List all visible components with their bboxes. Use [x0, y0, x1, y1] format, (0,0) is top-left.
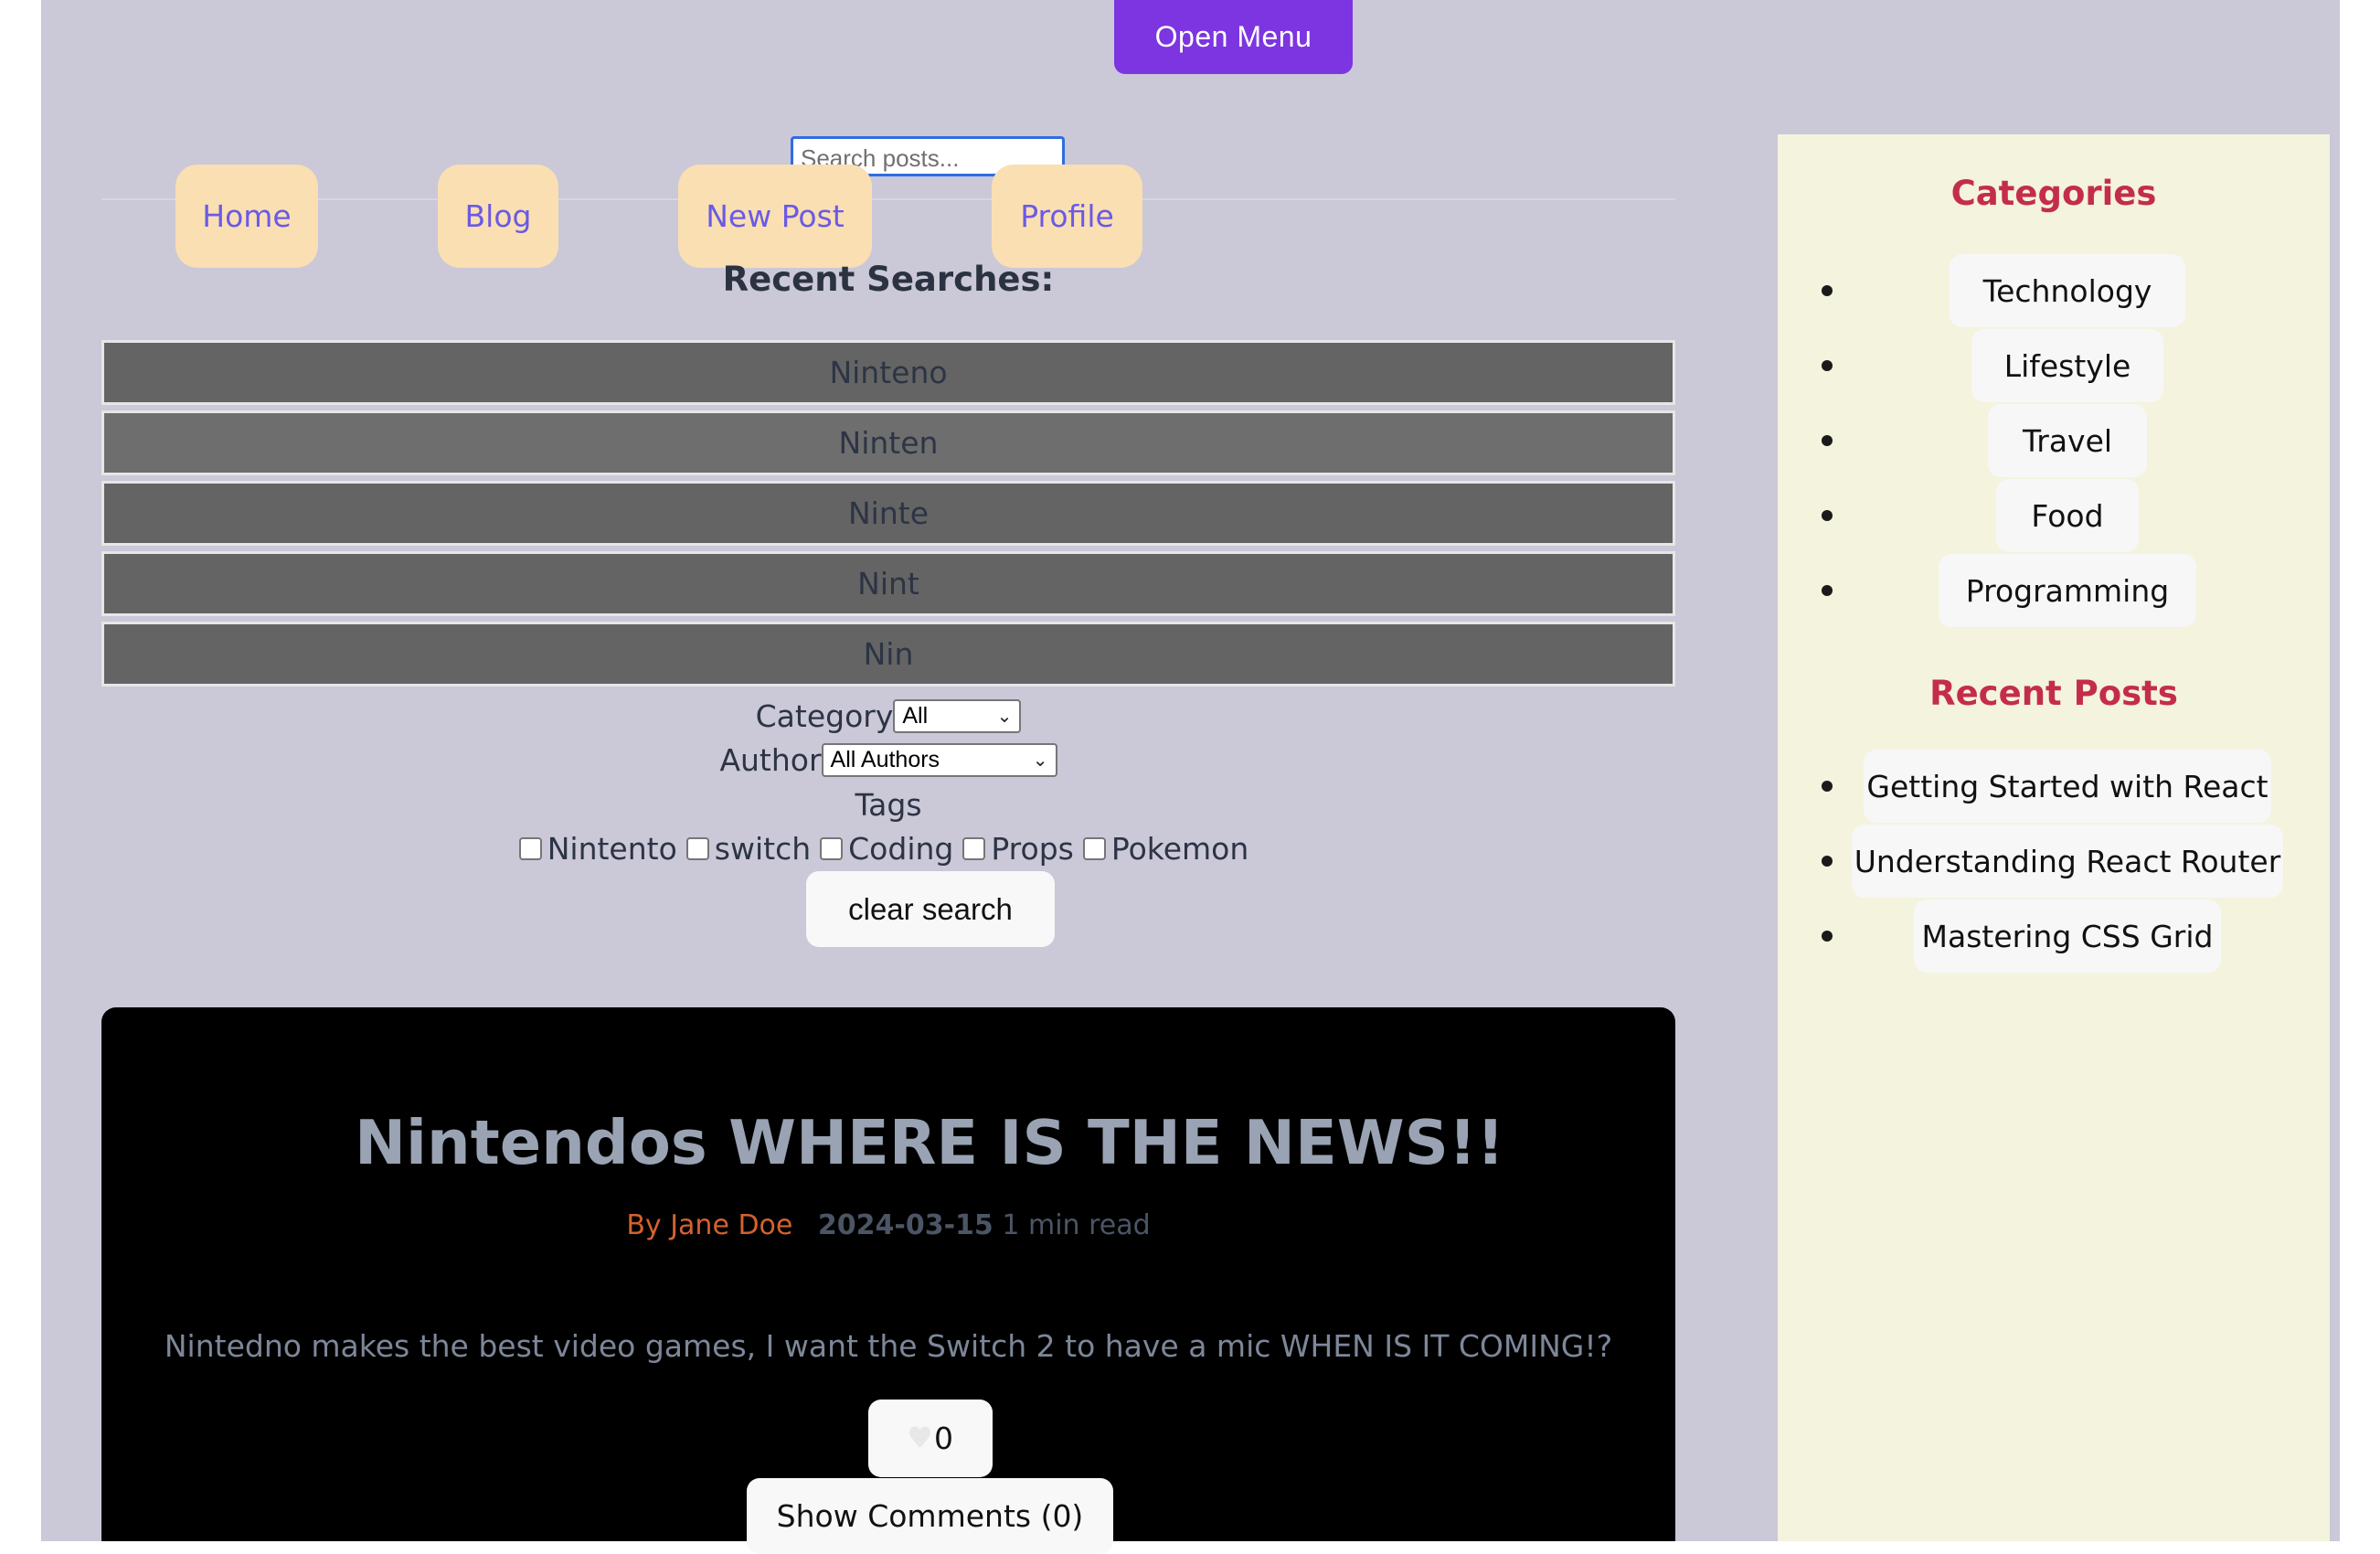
recent-post-list-item: Getting Started with React: [1778, 750, 2330, 823]
open-menu-button[interactable]: Open Menu: [1114, 0, 1353, 74]
tag-checkbox[interactable]: [820, 836, 844, 860]
author-label: Author: [719, 741, 822, 778]
category-link-technology[interactable]: Technology: [1950, 254, 2185, 327]
author-filter: Author All Authors ⌄: [101, 739, 1675, 781]
bullet-icon: [1822, 856, 1833, 867]
recent-search-item[interactable]: Nin: [101, 622, 1675, 687]
categories-heading: Categories: [1950, 174, 2157, 213]
category-select[interactable]: All ⌄: [893, 698, 1022, 733]
nav-home-link[interactable]: Home: [175, 165, 318, 268]
tag-checkbox[interactable]: [685, 836, 709, 860]
tag-label: switch: [714, 830, 812, 867]
show-comments-button[interactable]: Show Comments (0): [747, 1478, 1113, 1554]
tag-checkbox[interactable]: [1082, 836, 1106, 860]
nav-new-post-link[interactable]: New Post: [678, 165, 872, 268]
recent-search-item[interactable]: Ninten: [101, 410, 1675, 475]
post-title: Nintendos WHERE IS THE NEWS!!: [354, 1107, 1505, 1178]
tags-checkbox-group: Nintento switch Coding Props Pokemon: [101, 827, 1675, 869]
tags-filter: Tags: [101, 783, 1675, 825]
like-button[interactable]: ♥ 0: [868, 1400, 993, 1477]
recent-post-link[interactable]: Getting Started with React: [1864, 750, 2271, 823]
category-list-item: Travel: [1778, 404, 2330, 477]
post-excerpt: Nintedno makes the best video games, I w…: [164, 1328, 1613, 1364]
tag-label: Pokemon: [1110, 830, 1249, 867]
tag-option[interactable]: Pokemon: [1082, 830, 1249, 867]
tag-label: Nintento: [547, 830, 677, 867]
recent-post-link[interactable]: Mastering CSS Grid: [1914, 899, 2221, 973]
post-date: 2024-03-15: [817, 1209, 993, 1241]
clear-search-button[interactable]: clear search: [806, 871, 1055, 947]
sidebar: Categories Technology Lifestyle Travel F…: [1778, 134, 2330, 1541]
tag-option[interactable]: Props: [962, 831, 1074, 867]
tag-option[interactable]: switch: [685, 830, 812, 867]
tag-checkbox[interactable]: [962, 836, 986, 860]
recent-posts-heading: Recent Posts: [1929, 674, 2178, 713]
bullet-icon: [1822, 585, 1833, 596]
like-count: 0: [933, 1421, 953, 1456]
chevron-down-icon: ⌄: [1032, 750, 1048, 771]
author-select-value: All Authors: [830, 746, 940, 772]
category-link-travel[interactable]: Travel: [1988, 404, 2147, 477]
bullet-icon: [1822, 285, 1833, 296]
category-link-programming[interactable]: Programming: [1939, 554, 2196, 627]
category-link-lifestyle[interactable]: Lifestyle: [1971, 329, 2163, 402]
nav-profile-link[interactable]: Profile: [992, 165, 1142, 268]
recent-search-item[interactable]: Ninte: [101, 481, 1675, 546]
chevron-down-icon: ⌄: [996, 706, 1013, 727]
tags-label: Tags: [855, 786, 922, 823]
category-select-value: All: [902, 702, 929, 729]
recent-searches-title: Recent Searches:: [722, 260, 1055, 299]
author-select[interactable]: All Authors ⌄: [821, 742, 1057, 777]
recent-post-link[interactable]: Understanding React Router: [1852, 825, 2283, 898]
recent-post-list-item: Understanding React Router: [1778, 825, 2330, 898]
tag-label: Props: [991, 830, 1074, 867]
bullet-icon: [1822, 360, 1833, 371]
category-filter: Category All ⌄: [101, 695, 1675, 737]
nav-blog-link[interactable]: Blog: [438, 165, 558, 268]
category-list-item: Programming: [1778, 554, 2330, 627]
post-read-time: 1 min read: [1002, 1209, 1151, 1241]
tag-label: Coding: [848, 830, 954, 867]
category-link-food[interactable]: Food: [1996, 479, 2139, 552]
nav-divider: [101, 198, 1675, 200]
tag-option[interactable]: Coding: [820, 831, 953, 867]
app-root: Open Menu Home Blog New Post Profile Rec…: [41, 0, 2340, 1554]
recent-post-list-item: Mastering CSS Grid: [1778, 899, 2330, 973]
category-list-item: Food: [1778, 479, 2330, 552]
recent-searches-list: Ninteno Ninten Ninte Nint Nin: [101, 340, 1675, 692]
recent-search-item[interactable]: Nint: [101, 551, 1675, 616]
tag-option[interactable]: Nintento: [518, 830, 677, 867]
heart-icon: ♥: [908, 1422, 932, 1454]
bullet-icon: [1822, 931, 1833, 942]
category-list-item: Technology: [1778, 254, 2330, 327]
post-author: By Jane Doe: [626, 1209, 793, 1241]
recent-search-item[interactable]: Ninteno: [101, 340, 1675, 405]
category-label: Category: [755, 697, 894, 734]
post-meta: By Jane Doe 2024-03-15 1 min read: [101, 1205, 1675, 1247]
bullet-icon: [1822, 435, 1833, 446]
bullet-icon: [1822, 510, 1833, 521]
bullet-icon: [1822, 781, 1833, 792]
tag-checkbox[interactable]: [518, 836, 542, 860]
category-list-item: Lifestyle: [1778, 329, 2330, 402]
